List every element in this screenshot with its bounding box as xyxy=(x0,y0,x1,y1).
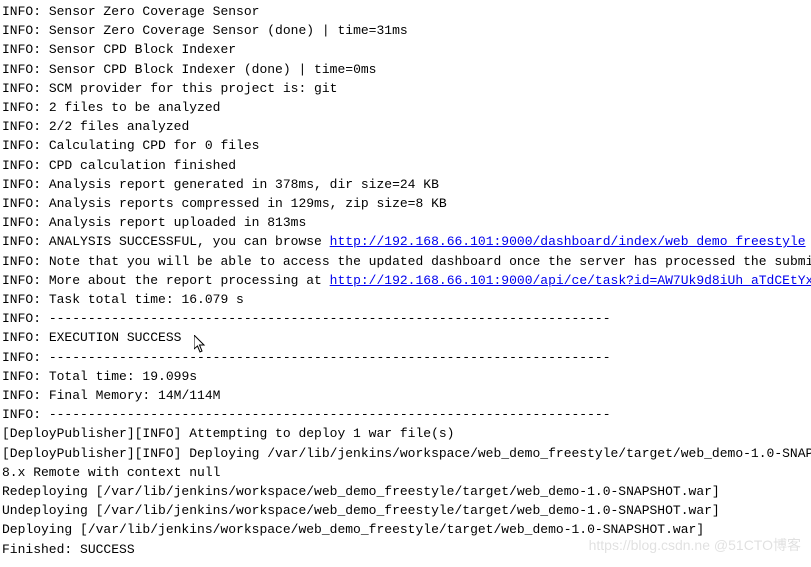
log-line: INFO: More about the report processing a… xyxy=(2,271,809,290)
log-level: INFO: xyxy=(2,254,41,269)
log-url-link[interactable]: http://192.168.66.101:9000/dashboard/ind… xyxy=(330,234,806,249)
log-text: More about the report processing at xyxy=(41,273,330,288)
console-output: INFO: Sensor Zero Coverage SensorINFO: S… xyxy=(2,2,809,559)
log-text: [DeployPublisher][INFO] Deploying /var/l… xyxy=(2,446,811,461)
log-level: INFO: xyxy=(2,119,41,134)
watermark: https://blog.csdn.ne @51CTO博客 xyxy=(589,536,801,555)
log-text: ----------------------------------------… xyxy=(41,311,611,326)
log-level: INFO: xyxy=(2,311,41,326)
log-url-link[interactable]: http://192.168.66.101:9000/api/ce/task?i… xyxy=(330,273,811,288)
log-text: [DeployPublisher][INFO] Attempting to de… xyxy=(2,426,454,441)
log-line: INFO: ----------------------------------… xyxy=(2,309,809,328)
log-text: Analysis reports compressed in 129ms, zi… xyxy=(41,196,447,211)
log-line: INFO: Sensor Zero Coverage Sensor (done)… xyxy=(2,21,809,40)
log-line: INFO: 2 files to be analyzed xyxy=(2,98,809,117)
log-text: ----------------------------------------… xyxy=(41,350,611,365)
log-text: ANALYSIS SUCCESSFUL, you can browse xyxy=(41,234,330,249)
log-level: INFO: xyxy=(2,369,41,384)
log-text: Note that you will be able to access the… xyxy=(41,254,811,269)
watermark-right: @51CTO博客 xyxy=(714,537,801,553)
log-line: INFO: Final Memory: 14M/114M xyxy=(2,386,809,405)
log-level: INFO: xyxy=(2,330,41,345)
log-line: INFO: Sensor Zero Coverage Sensor xyxy=(2,2,809,21)
log-line: INFO: ----------------------------------… xyxy=(2,348,809,367)
log-level: INFO: xyxy=(2,42,41,57)
log-line: INFO: Sensor CPD Block Indexer (done) | … xyxy=(2,60,809,79)
log-level: INFO: xyxy=(2,81,41,96)
log-level: INFO: xyxy=(2,196,41,211)
log-line: Redeploying [/var/lib/jenkins/workspace/… xyxy=(2,482,809,501)
log-text: Calculating CPD for 0 files xyxy=(41,138,259,153)
log-line: INFO: SCM provider for this project is: … xyxy=(2,79,809,98)
log-line: INFO: 2/2 files analyzed xyxy=(2,117,809,136)
log-line: [DeployPublisher][INFO] Deploying /var/l… xyxy=(2,444,809,463)
log-line: 8.x Remote with context null xyxy=(2,463,809,482)
log-level: INFO: xyxy=(2,234,41,249)
watermark-left: https://blog.csdn.ne xyxy=(589,537,710,553)
log-line: Undeploying [/var/lib/jenkins/workspace/… xyxy=(2,501,809,520)
log-text: Sensor CPD Block Indexer xyxy=(41,42,236,57)
log-level: INFO: xyxy=(2,177,41,192)
log-line: INFO: EXECUTION SUCCESS xyxy=(2,328,809,347)
log-level: INFO: xyxy=(2,350,41,365)
log-level: INFO: xyxy=(2,158,41,173)
log-line: INFO: Task total time: 16.079 s xyxy=(2,290,809,309)
log-level: INFO: xyxy=(2,100,41,115)
log-level: INFO: xyxy=(2,138,41,153)
log-level: INFO: xyxy=(2,4,41,19)
log-text: Finished: SUCCESS xyxy=(2,542,135,557)
log-line: INFO: Analysis report generated in 378ms… xyxy=(2,175,809,194)
log-text: Final Memory: 14M/114M xyxy=(41,388,220,403)
log-line: INFO: Analysis report uploaded in 813ms xyxy=(2,213,809,232)
log-text: CPD calculation finished xyxy=(41,158,236,173)
log-level: INFO: xyxy=(2,273,41,288)
log-text: ----------------------------------------… xyxy=(41,407,611,422)
log-line: INFO: Calculating CPD for 0 files xyxy=(2,136,809,155)
log-level: INFO: xyxy=(2,388,41,403)
log-text: EXECUTION SUCCESS xyxy=(41,330,181,345)
log-line: INFO: ----------------------------------… xyxy=(2,405,809,424)
log-text: Task total time: 16.079 s xyxy=(41,292,244,307)
log-text: 2 files to be analyzed xyxy=(41,100,220,115)
log-text: Sensor CPD Block Indexer (done) | time=0… xyxy=(41,62,376,77)
log-level: INFO: xyxy=(2,23,41,38)
log-text: Analysis report uploaded in 813ms xyxy=(41,215,306,230)
log-line: INFO: Sensor CPD Block Indexer xyxy=(2,40,809,59)
log-text: Total time: 19.099s xyxy=(41,369,197,384)
log-line: INFO: Analysis reports compressed in 129… xyxy=(2,194,809,213)
log-level: INFO: xyxy=(2,292,41,307)
log-level: INFO: xyxy=(2,215,41,230)
log-text: Redeploying [/var/lib/jenkins/workspace/… xyxy=(2,484,720,499)
log-level: INFO: xyxy=(2,407,41,422)
log-text: 8.x Remote with context null xyxy=(2,465,220,480)
log-text: 2/2 files analyzed xyxy=(41,119,189,134)
log-text: Undeploying [/var/lib/jenkins/workspace/… xyxy=(2,503,720,518)
log-text: Analysis report generated in 378ms, dir … xyxy=(41,177,439,192)
log-line: [DeployPublisher][INFO] Attempting to de… xyxy=(2,424,809,443)
log-text: SCM provider for this project is: git xyxy=(41,81,337,96)
log-line: INFO: Note that you will be able to acce… xyxy=(2,252,809,271)
log-level: INFO: xyxy=(2,62,41,77)
log-line: INFO: ANALYSIS SUCCESSFUL, you can brows… xyxy=(2,232,809,251)
log-line: INFO: Total time: 19.099s xyxy=(2,367,809,386)
log-line: INFO: CPD calculation finished xyxy=(2,156,809,175)
log-text: Sensor Zero Coverage Sensor (done) | tim… xyxy=(41,23,408,38)
log-text: Sensor Zero Coverage Sensor xyxy=(41,4,259,19)
